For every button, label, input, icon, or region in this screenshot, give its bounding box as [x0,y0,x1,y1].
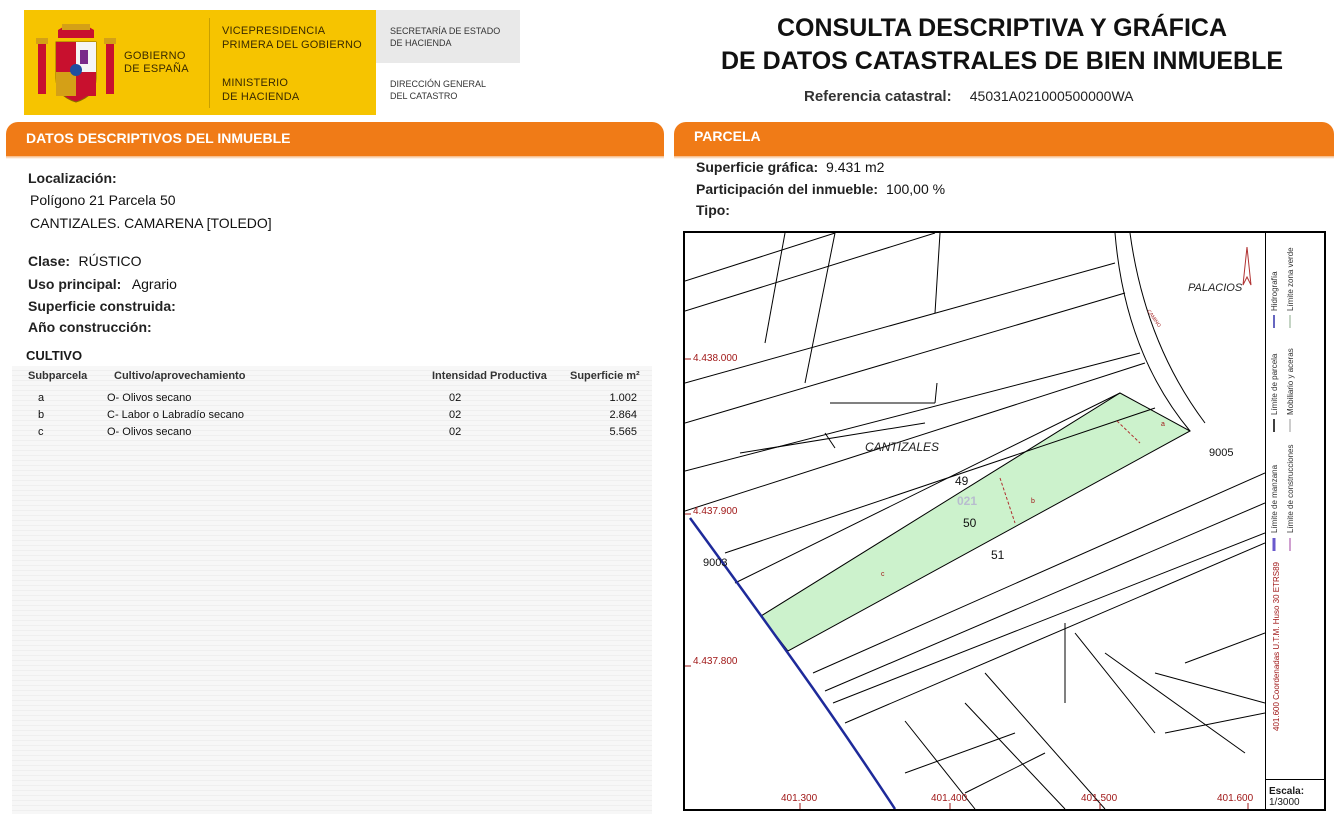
row-b-intensidad: 02 [449,409,462,421]
row-a-superficie: 1.002 [609,392,637,404]
referencia-catastral: Referencia catastral: 45031A021000500000… [804,88,1133,105]
row-b-superficie: 2.864 [609,409,637,421]
sup-grafica-label: Superficie gráfica: [696,159,819,175]
sup-grafica-value: 9.431 m2 [826,159,885,175]
row-c-cultivo: O- Olivos secano [107,426,192,438]
participacion-value: 100,00 % [885,181,946,197]
uso-label: Uso principal: [28,276,122,292]
y-tick-2: 4.437.900 [693,506,738,517]
logo-secretaria-text: SECRETARÍA DE ESTADO DE HACIENDA [390,26,501,48]
label-palacios: PALACIOS [1188,282,1243,294]
legend-limite-manzana: Límite de manzana [1270,464,1279,533]
row-a-sub: a [38,392,45,404]
label-9005: 9005 [1209,447,1233,459]
escala-label: Escala: [1269,786,1305,797]
cadastral-map[interactable]: PALACIOS CANTIZALES CAMINO 49 50 51 021 … [683,231,1326,811]
participacion-label: Participación del inmueble: [696,181,879,197]
legend-mobiliario: Mobiliario y aceras [1286,348,1295,415]
x-tick-3: 401.500 [1081,793,1118,804]
label-9003: 9003 [703,557,727,569]
label-parcel-50: 50 [963,516,977,530]
legend-hidrografia: Hidrografía [1270,271,1279,311]
superficie-construida-label: Superficie construida: [28,298,176,314]
y-tick-1: 4.438.000 [693,353,738,364]
row-c-superficie: 5.565 [609,426,637,438]
row-c-intensidad: 02 [449,426,462,438]
row-a-intensidad: 02 [449,392,462,404]
label-sub-a: a [1161,421,1165,428]
gobierno-logo: GOBIERNO DE ESPAÑA VICEPRESIDENCIA PRIMERA… [24,10,520,115]
logo-ministerio-text: MINISTERIO DE HACIENDA [222,77,300,103]
coat-of-arms-icon [36,24,116,103]
localizacion-line2: CANTIZALES. CAMARENA [TOLEDO] [30,215,272,231]
tipo-label: Tipo: [696,202,730,218]
label-cantizales: CANTIZALES [865,440,939,454]
label-sub-c: c [881,571,885,578]
col-superficie: Superficie m² [570,370,640,382]
x-tick-4: 401.600 [1217,793,1254,804]
logo-direccion-text: DIRECCIÓN GENERAL DEL CATASTRO [390,79,487,101]
section-bar-parcela: PARCELA [674,122,1334,159]
label-parcel-49: 49 [955,474,969,488]
participacion-row: Participación del inmueble: 100,00 % [696,181,945,197]
col-subparcela: Subparcela [28,370,88,382]
col-intensidad: Intensidad Productiva [432,370,547,382]
anio-construccion-label: Año construcción: [28,319,152,335]
row-b-sub: b [38,409,45,421]
legend-limite-parcela: Límite de parcela [1270,353,1279,415]
uso-row: Uso principal: Agrario [28,276,177,294]
document-title: CONSULTA DESCRIPTIVA Y GRÁFICA DE DATOS … [720,14,1284,75]
escala-value: 1/3000 [1269,797,1300,808]
row-c-sub: c [38,426,44,438]
cultivo-table: Subparcela Cultivo/aprovechamiento Inten… [12,366,652,814]
label-parcel-51: 51 [991,548,1005,562]
row-a-cultivo: O- Olivos secano [107,392,192,404]
section-bar-datos: DATOS DESCRIPTIVOS DEL INMUEBLE [6,122,664,159]
map-legend: Límite de manzana Límite de construccion… [1265,233,1324,809]
uso-value: Agrario [131,276,177,292]
clase-label: Clase: [28,253,71,269]
legend-coords-note: 401.600 Coordenadas U.T.M. Huso 30 ETRS8… [1272,562,1281,731]
x-tick-1: 401.300 [781,793,818,804]
localizacion-line1: Polígono 21 Parcela 50 [30,192,176,208]
legend-limite-construcciones: Límite de construcciones [1286,444,1295,534]
ref-value: 45031A021000500000WA [969,88,1134,104]
y-tick-3: 4.437.800 [693,656,738,667]
superficie-grafica-row: Superficie gráfica: 9.431 m2 [696,159,884,175]
map-scale: Escala: 1/3000 [1266,779,1324,809]
col-cultivo: Cultivo/aprovechamiento [114,370,246,382]
north-arrow-icon [1242,246,1252,286]
logo-gobierno-text: GOBIERNO DE ESPAÑA [124,50,189,75]
clase-row: Clase: RÚSTICO [28,253,141,271]
row-b-cultivo: C- Labor o Labradío secano [107,409,244,421]
label-sub-b: b [1031,498,1035,505]
map-drawing: PALACIOS CANTIZALES CAMINO 49 50 51 021 … [685,233,1265,809]
logo-vicepresidencia-text: VICEPRESIDENCIA PRIMERA DEL GOBIERNO [222,25,362,51]
ref-label: Referencia catastral: [804,88,952,105]
label-poligono-021: 021 [957,494,977,508]
legend-zona-verde: Límite zona verde [1286,247,1295,311]
x-tick-2: 401.400 [931,793,968,804]
logo-separator [209,18,210,108]
clase-value: RÚSTICO [78,253,142,269]
cultivo-title: CULTIVO [26,348,83,363]
label-camino: CAMINO [1145,309,1161,329]
localizacion-label: Localización: [28,170,117,186]
